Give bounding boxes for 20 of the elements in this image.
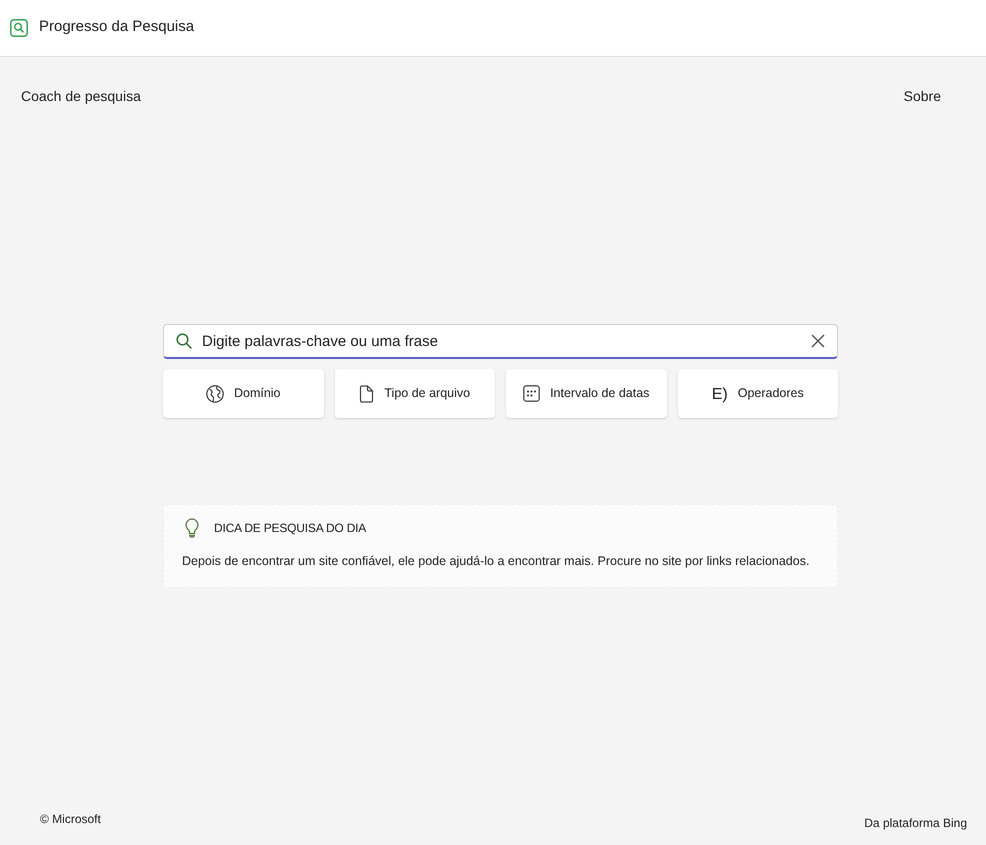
- attribution-text: Da plataforma Bing: [864, 815, 967, 832]
- globe-icon: [206, 384, 224, 402]
- search-icon: [176, 333, 192, 349]
- filter-button[interactable]: Intervalo de datas: [506, 369, 666, 418]
- operators-glyph: E): [712, 386, 728, 402]
- filter-button[interactable]: E) Operadores: [678, 369, 838, 418]
- tip-title: DICA DE PESQUISA DO DIA: [214, 520, 366, 537]
- app-title: Progresso da Pesquisa: [39, 16, 194, 37]
- filter-button[interactable]: Domínio: [163, 369, 324, 418]
- document-icon: [359, 384, 374, 402]
- about-link[interactable]: Sobre: [904, 86, 941, 106]
- search-app-icon: [10, 19, 28, 37]
- search-field[interactable]: Digite palavras-chave ou uma frase: [163, 324, 838, 359]
- tip-text: Depois de encontrar um site confiável, ele pode ajudá-lo a encontrar mais. Procure no site por links relacionados.: [182, 553, 810, 570]
- close-icon[interactable]: [811, 334, 825, 348]
- calendar-icon: [523, 385, 540, 402]
- lightbulb-icon: [185, 518, 199, 538]
- copyright-text: © Microsoft: [40, 811, 101, 828]
- filter-button[interactable]: Tipo de arquivo: [334, 369, 495, 418]
- search-coach-link[interactable]: Coach de pesquisa: [21, 86, 141, 106]
